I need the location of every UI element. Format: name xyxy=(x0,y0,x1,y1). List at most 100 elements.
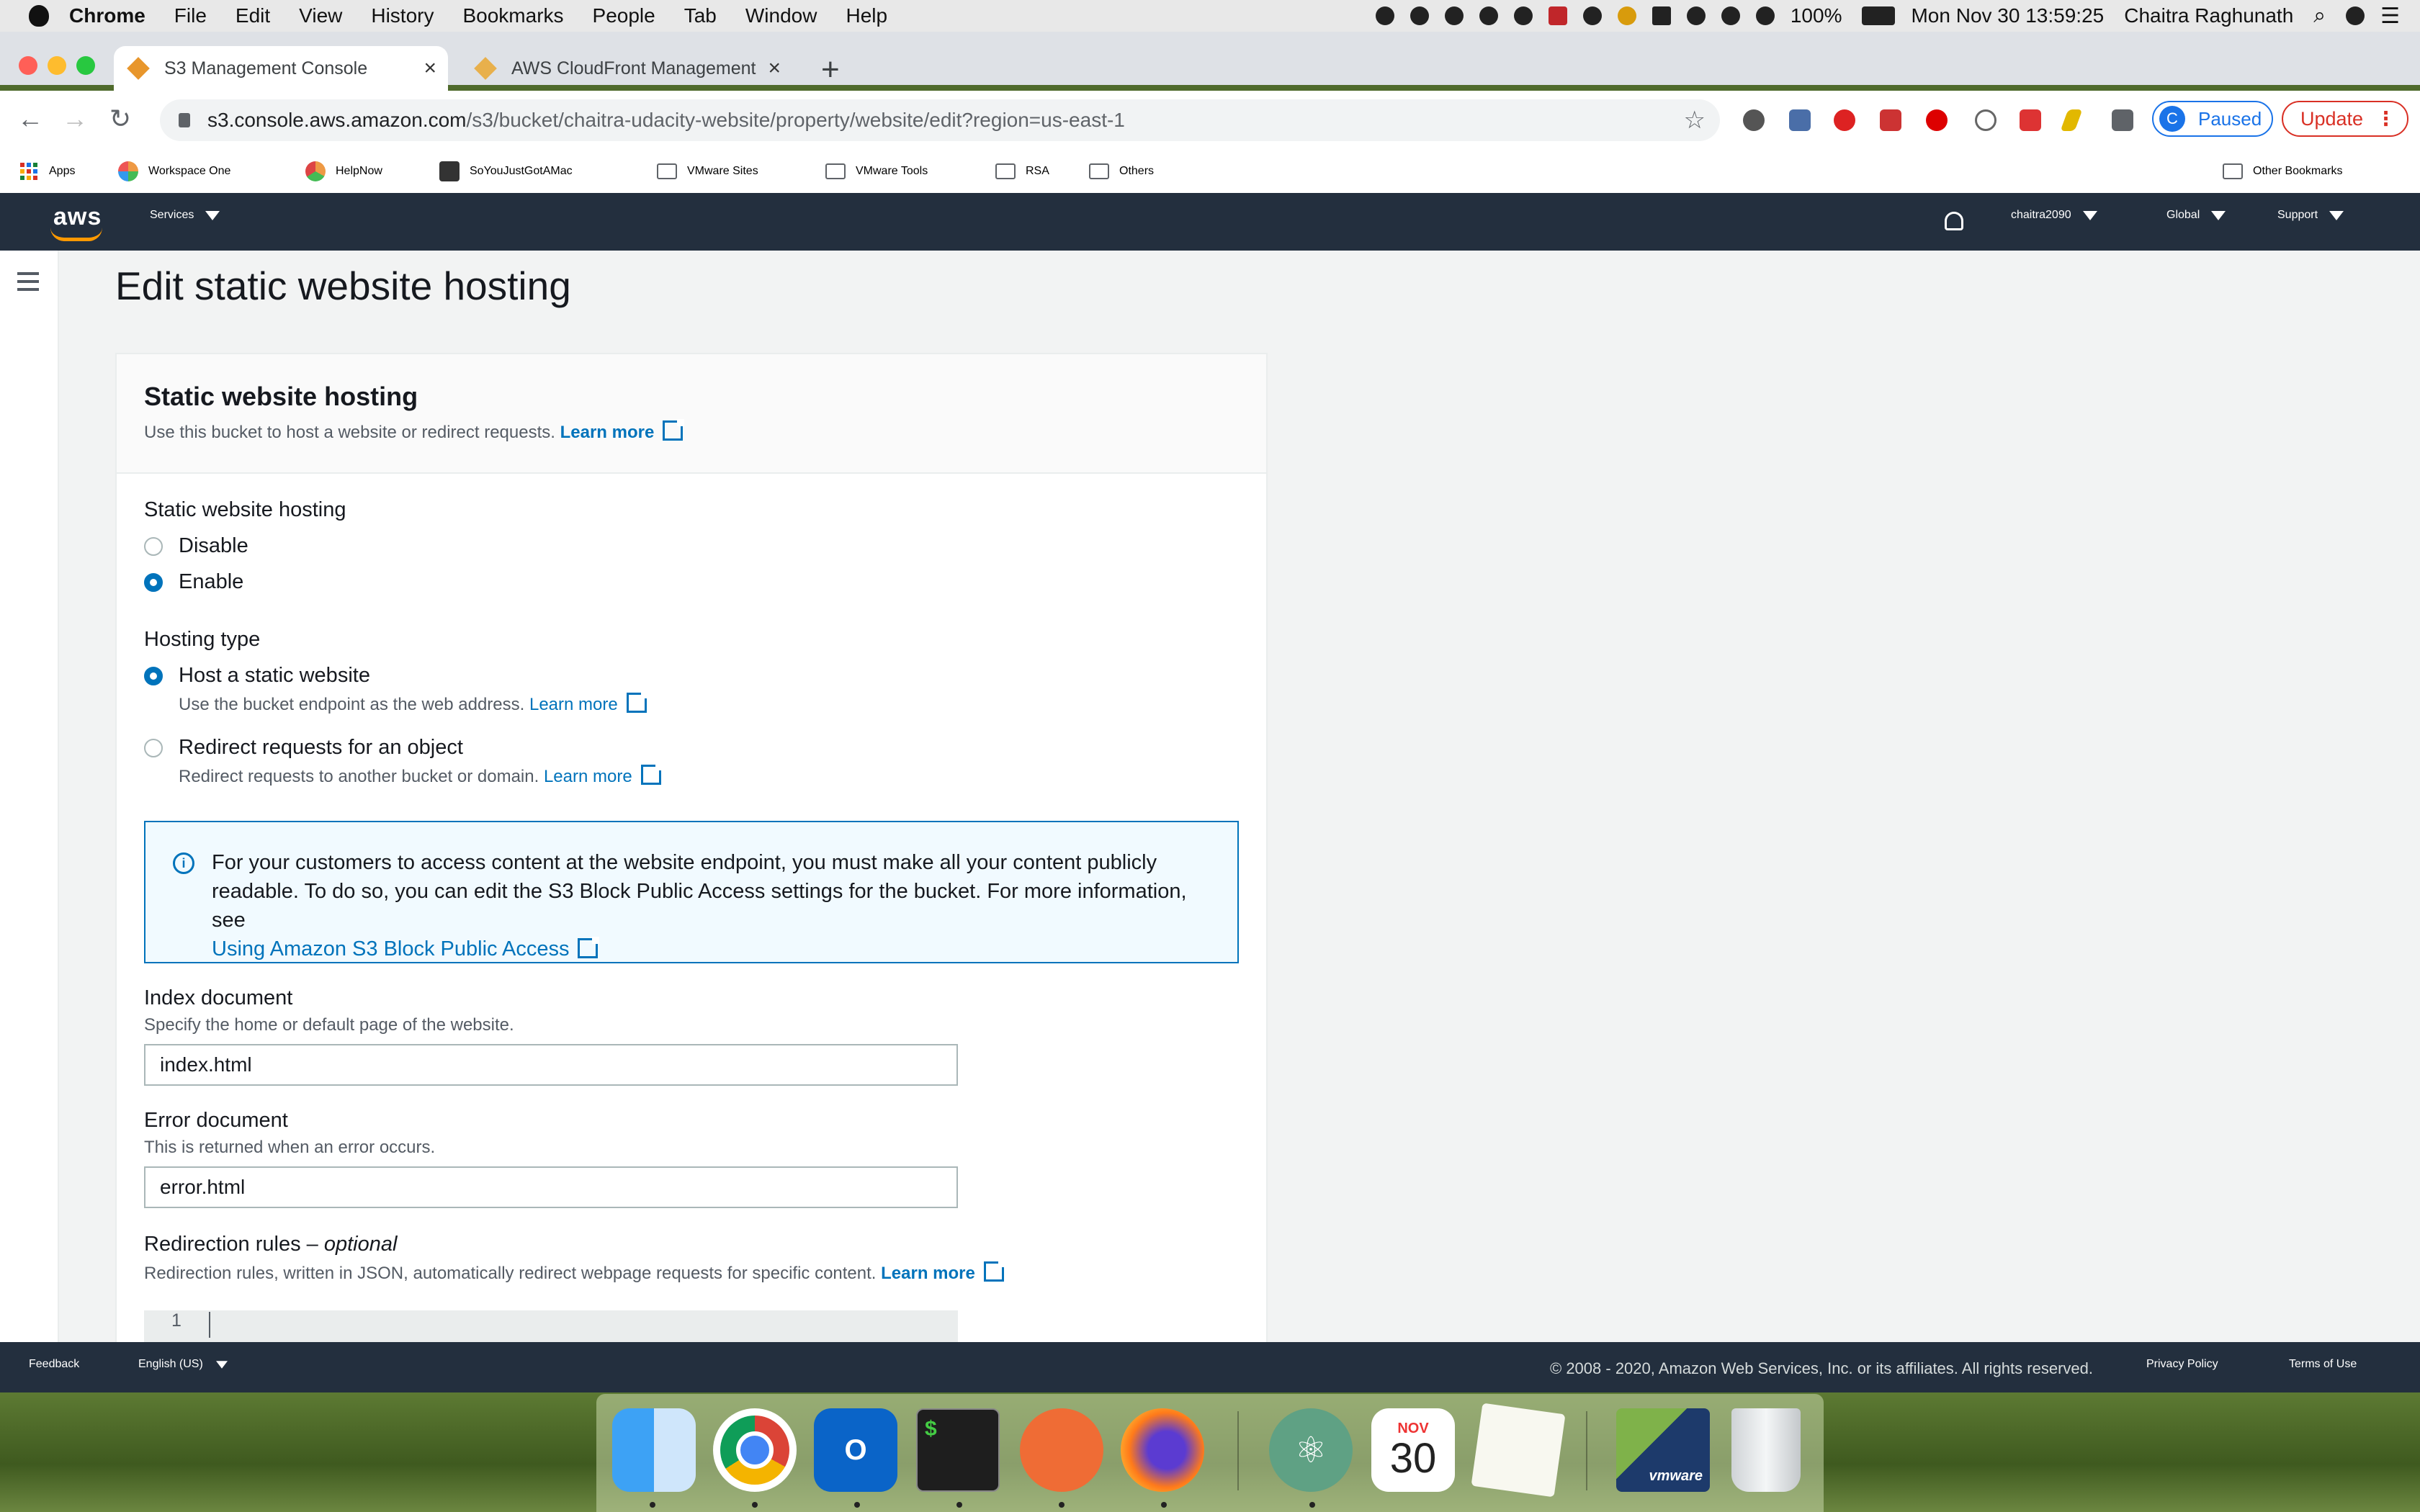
support-menu[interactable]: Support xyxy=(2277,209,2344,222)
region-menu[interactable]: Global xyxy=(2166,209,2226,222)
disable-radio[interactable] xyxy=(144,537,163,556)
atom-icon[interactable]: ⚛ xyxy=(1269,1408,1353,1492)
minimize-window-button[interactable] xyxy=(48,56,66,75)
profile-paused-button[interactable]: C Paused xyxy=(2152,101,2273,137)
bookmark-folder-others[interactable]: Others xyxy=(1089,157,1154,186)
adblock-icon[interactable] xyxy=(1926,109,1948,131)
spotlight-icon[interactable]: ⌕ xyxy=(2313,4,2326,28)
learn-more-link[interactable]: Learn more xyxy=(560,423,655,442)
volume-icon[interactable] xyxy=(1686,6,1706,25)
host-static-label[interactable]: Host a static website xyxy=(179,664,370,688)
extension-icon-2[interactable] xyxy=(1789,109,1811,131)
address-bar[interactable]: s3.console.aws.amazon.com/s3/bucket/chai… xyxy=(160,99,1720,141)
extension-icon-7[interactable] xyxy=(2020,109,2041,131)
status-icon-5[interactable] xyxy=(1513,6,1533,25)
menu-view[interactable]: View xyxy=(299,4,342,27)
extension-icon-1[interactable] xyxy=(1743,109,1765,131)
menu-edit[interactable]: Edit xyxy=(236,4,270,27)
update-button[interactable]: Update ⋮ xyxy=(2282,101,2408,137)
user-name[interactable]: Chaitra Raghunath xyxy=(2124,4,2293,27)
reload-icon[interactable]: ↻ xyxy=(109,104,131,134)
redirection-rules-editor[interactable] xyxy=(144,1310,958,1342)
disable-label[interactable]: Disable xyxy=(179,534,248,558)
menu-bookmarks[interactable]: Bookmarks xyxy=(462,4,563,27)
dropbox-icon[interactable] xyxy=(1410,6,1429,25)
tab-cloudfront[interactable]: AWS CloudFront Management × xyxy=(461,46,792,91)
tab-s3-console[interactable]: S3 Management Console × xyxy=(114,46,448,91)
new-tab-icon[interactable]: + xyxy=(821,52,840,88)
status-icon-4[interactable] xyxy=(1479,6,1498,25)
mcafee-icon[interactable] xyxy=(1548,6,1567,25)
terminal-icon[interactable]: $ xyxy=(916,1408,1000,1492)
chrome-icon[interactable] xyxy=(713,1408,797,1492)
bookmark-helpnow[interactable]: HelpNow xyxy=(305,157,382,186)
menu-app-chrome[interactable]: Chrome xyxy=(69,4,145,27)
bookmark-apps[interactable]: Apps xyxy=(20,157,75,186)
menu-history[interactable]: History xyxy=(371,4,434,27)
services-menu[interactable]: Services xyxy=(150,209,220,222)
apple-icon[interactable] xyxy=(29,5,49,27)
battery-percent[interactable]: 100% xyxy=(1791,4,1842,27)
clock[interactable]: Mon Nov 30 13:59:25 xyxy=(1911,4,2104,27)
bookmark-workspace-one[interactable]: Workspace One xyxy=(118,157,230,186)
extension-icon-6[interactable] xyxy=(1975,109,1996,131)
bookmark-folder-other-bookmarks[interactable]: Other Bookmarks xyxy=(2223,157,2342,186)
siri-icon[interactable] xyxy=(2346,6,2365,25)
notification-center-icon[interactable]: ☰ xyxy=(2380,4,2400,29)
menu-window[interactable]: Window xyxy=(745,4,817,27)
close-tab-icon[interactable]: × xyxy=(768,56,781,81)
bookmark-folder-vmware-tools[interactable]: VMware Tools xyxy=(825,157,928,186)
close-tab-icon[interactable]: × xyxy=(424,56,436,81)
postman-icon[interactable] xyxy=(1020,1408,1103,1492)
bluetooth-icon[interactable] xyxy=(1721,6,1740,25)
feedback-link[interactable]: Feedback xyxy=(29,1358,79,1371)
extension-icon-4[interactable] xyxy=(1880,109,1901,131)
learn-more-link[interactable]: Learn more xyxy=(544,767,632,786)
menu-file[interactable]: File xyxy=(174,4,207,27)
language-selector[interactable]: English (US) xyxy=(138,1358,229,1371)
block-public-access-link[interactable]: Using Amazon S3 Block Public Access xyxy=(212,937,569,960)
learn-more-link[interactable]: Learn more xyxy=(881,1264,975,1283)
status-icon-3[interactable] xyxy=(1444,6,1464,25)
enable-label[interactable]: Enable xyxy=(179,570,243,594)
optional-text: optional xyxy=(323,1233,398,1256)
forward-icon[interactable]: → xyxy=(62,104,88,134)
privacy-policy-link[interactable]: Privacy Policy xyxy=(2146,1358,2218,1371)
wifi-icon[interactable] xyxy=(1755,6,1775,25)
status-icon-7[interactable] xyxy=(1582,6,1602,25)
terms-of-use-link[interactable]: Terms of Use xyxy=(2289,1358,2357,1371)
status-icon-8[interactable] xyxy=(1617,6,1636,25)
learn-more-link[interactable]: Learn more xyxy=(529,695,618,714)
menu-help[interactable]: Help xyxy=(846,4,887,27)
account-menu[interactable]: chaitra2090 xyxy=(2011,209,2097,222)
calendar-icon[interactable]: NOV 30 xyxy=(1371,1408,1455,1492)
index-document-input[interactable]: index.html xyxy=(144,1044,958,1086)
finder-icon[interactable] xyxy=(612,1408,696,1492)
trash-icon[interactable] xyxy=(1731,1408,1801,1492)
bell-icon[interactable] xyxy=(1945,212,1963,230)
zoom-window-button[interactable] xyxy=(76,56,95,75)
extensions-puzzle-icon[interactable] xyxy=(2112,109,2133,131)
battery-icon[interactable] xyxy=(1862,6,1896,25)
menu-tab[interactable]: Tab xyxy=(684,4,717,27)
airplay-icon[interactable] xyxy=(1652,6,1671,25)
textedit-icon[interactable] xyxy=(1471,1403,1566,1498)
error-document-input[interactable]: error.html xyxy=(144,1166,958,1208)
outlook-icon[interactable]: O xyxy=(814,1408,897,1492)
extension-icon-3[interactable] xyxy=(1834,109,1855,131)
enable-radio[interactable] xyxy=(144,573,163,592)
redirect-radio[interactable] xyxy=(144,739,163,757)
close-window-button[interactable] xyxy=(19,56,37,75)
bookmark-folder-rsa[interactable]: RSA xyxy=(995,157,1049,186)
bookmark-soyoujustgotamac[interactable]: SoYouJustGotAMac xyxy=(439,157,573,186)
bookmark-folder-vmware-sites[interactable]: VMware Sites xyxy=(657,157,758,186)
redirect-label[interactable]: Redirect requests for an object xyxy=(179,736,463,760)
firefox-icon[interactable] xyxy=(1121,1408,1204,1492)
status-icon-1[interactable] xyxy=(1375,6,1394,25)
host-static-radio[interactable] xyxy=(144,667,163,685)
bookmark-star-icon[interactable]: ☆ xyxy=(1684,106,1706,135)
hamburger-menu-icon[interactable] xyxy=(17,272,39,296)
vmware-icon[interactable]: vmware xyxy=(1616,1408,1710,1492)
back-icon[interactable]: ← xyxy=(17,104,43,134)
menu-people[interactable]: People xyxy=(593,4,655,27)
